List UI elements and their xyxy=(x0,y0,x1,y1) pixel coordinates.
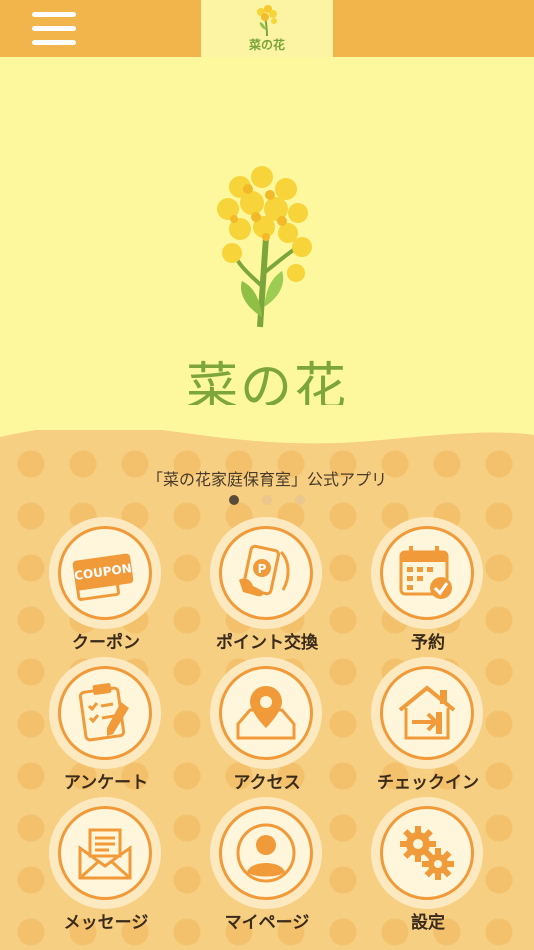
menu-label-survey: アンケート xyxy=(63,773,149,793)
menu-tile-my-page[interactable]: マイページ xyxy=(187,797,347,937)
canola-flower-illustration xyxy=(217,166,312,328)
coupon-icon: COUPON xyxy=(72,553,134,601)
hamburger-icon[interactable] xyxy=(32,10,76,48)
flower-logo-icon xyxy=(257,5,277,37)
menu-label-access: アクセス xyxy=(233,773,301,793)
menu-label-settings: 設定 xyxy=(411,913,445,933)
user-icon xyxy=(236,823,296,883)
menu-tile-access[interactable]: アクセス xyxy=(187,657,347,797)
check-in-house-icon xyxy=(398,685,456,740)
map-pin-icon xyxy=(236,686,296,740)
menu-tile-settings[interactable]: 設定 xyxy=(348,797,508,937)
menu-tile-point-exchange[interactable]: P ポイント交換 xyxy=(187,517,347,657)
message-envelope-icon xyxy=(78,828,132,880)
menu-tile-reservation[interactable]: 予約 xyxy=(348,517,508,657)
menu-tile-check-in[interactable]: チェックイン xyxy=(348,657,508,797)
menu-label-check-in: チェックイン xyxy=(377,773,479,793)
carousel-dot-3[interactable] xyxy=(295,495,305,505)
wave-divider xyxy=(0,405,534,444)
menu-tile-coupon[interactable]: COUPON クーポン xyxy=(26,517,186,657)
header-logo[interactable]: 菜の花 xyxy=(201,0,333,57)
calendar-icon xyxy=(399,546,452,599)
carousel-dot-1[interactable] xyxy=(229,495,239,505)
menu-label-message: メッセージ xyxy=(63,913,149,933)
menu-label-point-exchange: ポイント交換 xyxy=(216,633,318,653)
carousel-dot-2[interactable] xyxy=(262,495,272,505)
menu-label-coupon: クーポン xyxy=(72,633,140,653)
header-logo-text: 菜の花 xyxy=(248,38,285,52)
carousel-indicator xyxy=(0,495,534,507)
point-exchange-icon: P xyxy=(239,544,290,597)
app-subtitle: 「菜の花家庭保育室」公式アプリ xyxy=(146,470,387,489)
svg-text:P: P xyxy=(258,562,267,576)
menu-label-my-page: マイページ xyxy=(224,913,310,933)
menu-tile-message[interactable]: メッセージ xyxy=(26,797,186,937)
menu-tile-survey[interactable]: アンケート xyxy=(26,657,186,797)
app-header: 菜の花 xyxy=(0,0,534,57)
gears-icon xyxy=(400,826,454,880)
survey-clipboard-icon xyxy=(78,683,129,742)
menu-label-reservation: 予約 xyxy=(411,633,445,653)
